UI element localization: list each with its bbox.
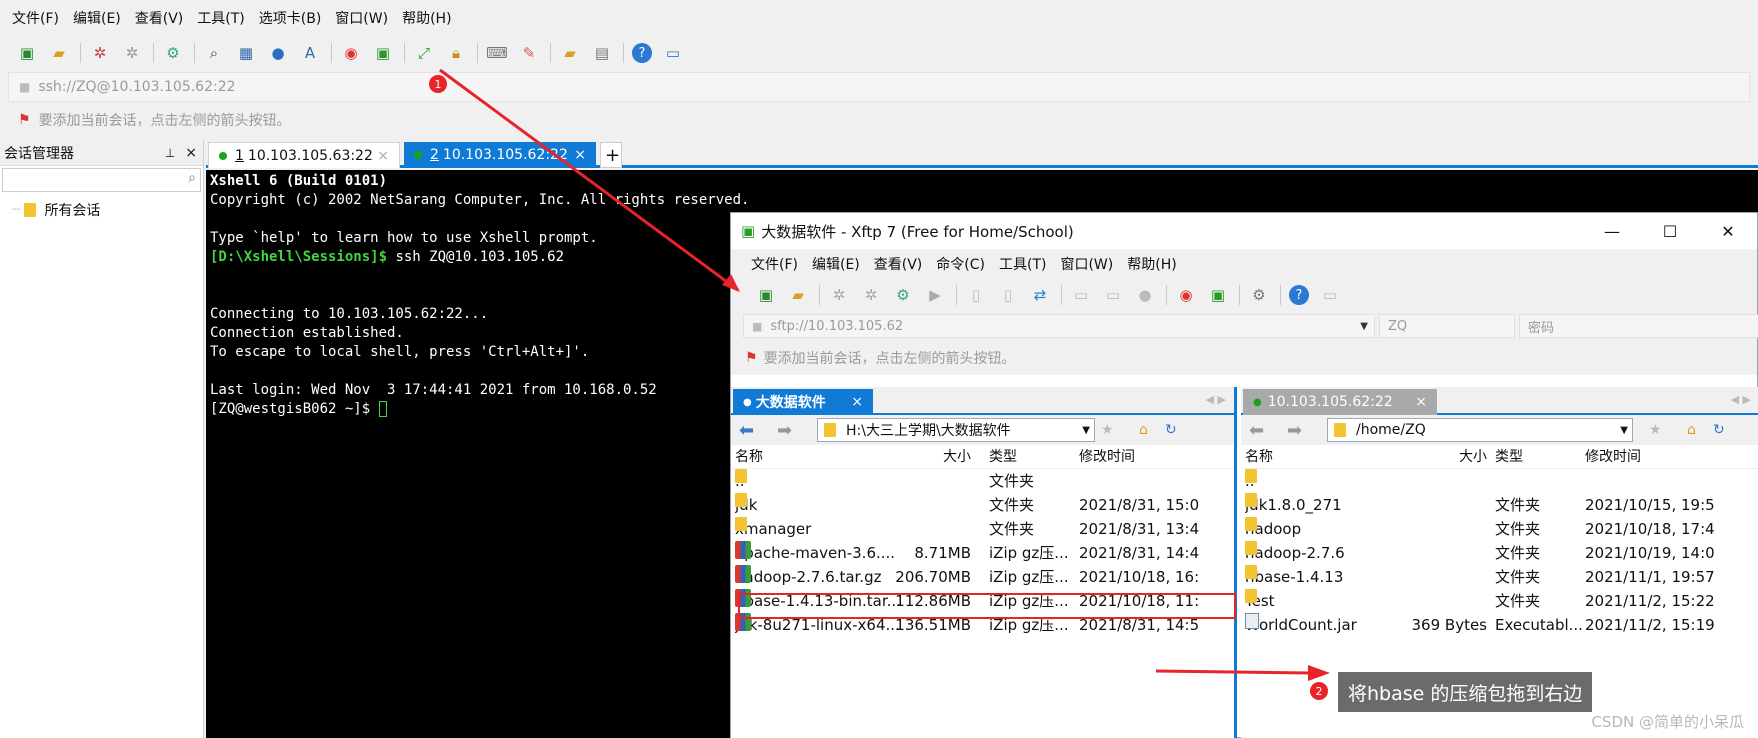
- annotation-arrows: [439, 68, 1330, 681]
- arrow-head-1: [722, 274, 740, 292]
- watermark: CSDN @简单的小呆瓜: [1591, 713, 1744, 731]
- annotation-callout: 将hbase 的压缩包拖到右边: [1338, 672, 1592, 712]
- screenshot: 文件(F) 编辑(E) 查看(V) 工具(T) 选项卡(B) 窗口(W) 帮助(…: [0, 0, 1758, 738]
- step-badge-2: 2: [1310, 682, 1328, 700]
- arrow-line-2: [1155, 669, 1311, 675]
- highlight-box: [738, 593, 1236, 619]
- step-badge-1: 1: [429, 75, 447, 93]
- arrow-head-2: [1308, 665, 1330, 681]
- arrow-line-1: [439, 68, 739, 292]
